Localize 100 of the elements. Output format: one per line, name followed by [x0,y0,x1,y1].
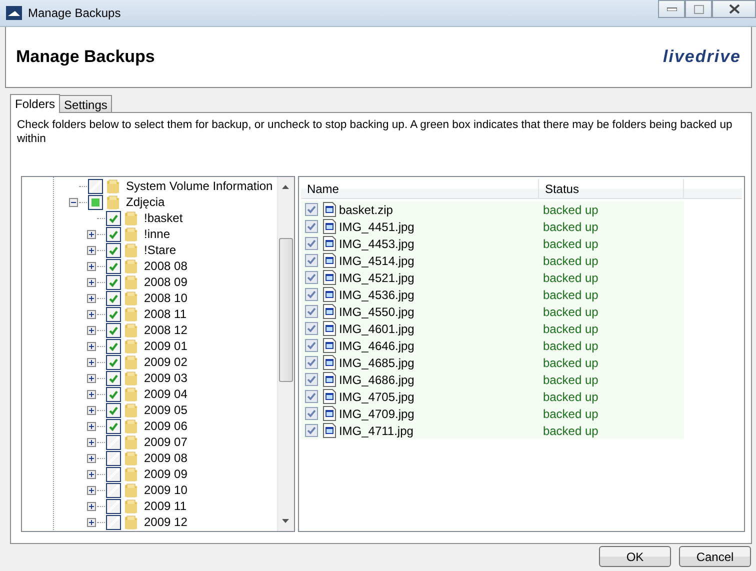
expand-icon[interactable] [87,374,96,382]
folder-label[interactable]: 2009 09 [144,467,188,481]
checkbox[interactable] [106,370,121,386]
app-icon [6,6,22,20]
expand-icon[interactable] [87,486,96,494]
folder-label[interactable]: 2009 06 [144,419,188,433]
checkbox[interactable] [304,424,318,437]
checkbox[interactable] [106,242,121,258]
checkbox[interactable] [106,434,121,450]
checkbox[interactable] [106,386,121,402]
checkbox[interactable] [304,288,318,301]
expand-icon[interactable] [87,310,96,318]
minimize-button[interactable] [658,0,685,18]
expand-icon[interactable] [87,246,96,254]
folder-label[interactable]: 2009 12 [144,515,188,529]
cancel-button[interactable]: Cancel [679,546,751,567]
folder-icon [124,402,138,418]
checkbox[interactable] [304,390,318,403]
expand-icon[interactable] [87,518,96,526]
folder-label[interactable]: 2009 04 [144,387,188,401]
expand-icon[interactable] [87,230,96,238]
checkbox[interactable] [106,402,121,418]
expand-icon[interactable] [87,454,96,462]
checkbox[interactable] [106,226,121,242]
folder-label[interactable]: 2008 11 [144,307,186,321]
checkbox[interactable] [106,322,121,338]
minimize-icon [666,7,676,11]
checkbox[interactable] [304,339,318,352]
checkbox[interactable] [106,498,121,514]
checkbox[interactable] [304,237,318,250]
folder-label[interactable]: System Volume Information [126,179,273,193]
expand-icon[interactable] [87,502,96,510]
checkbox[interactable] [304,271,318,284]
expand-icon[interactable] [87,438,96,446]
folder-label[interactable]: 2009 07 [144,435,188,449]
folder-label[interactable]: 2009 05 [144,403,188,417]
checkbox[interactable] [106,274,121,290]
checkbox[interactable] [106,450,121,466]
folder-label[interactable]: !inne [144,227,170,241]
folder-label[interactable]: 2009 03 [144,371,188,385]
checkbox[interactable] [88,178,103,194]
window-title: Manage Backups [28,6,121,20]
folder-label[interactable]: 2009 08 [144,451,188,465]
checkbox[interactable] [304,373,318,386]
folder-label[interactable]: Zdjęcia [126,195,165,209]
folder-label[interactable]: !Stare [144,243,176,257]
checkbox[interactable] [106,354,121,370]
checkbox[interactable] [304,407,318,420]
checkbox[interactable] [106,514,121,530]
folder-label[interactable]: 2008 12 [144,323,188,337]
expand-icon[interactable] [87,358,96,366]
folder-label[interactable]: 2009 11 [144,499,186,513]
folder-label[interactable]: 2009 10 [144,483,188,497]
checkbox[interactable] [106,290,121,306]
checkbox[interactable] [106,258,121,274]
collapse-icon[interactable] [69,198,78,206]
folder-icon [124,258,138,274]
close-button[interactable] [712,0,756,18]
expand-icon[interactable] [87,326,96,334]
checkbox[interactable] [304,203,318,216]
file-name: IMG_4453.jpg [338,236,414,250]
checkbox[interactable] [304,220,318,233]
maximize-button[interactable] [685,0,712,18]
expand-icon[interactable] [87,470,96,478]
checkbox[interactable] [106,466,121,482]
checkbox[interactable] [106,418,121,434]
image-file-icon [322,355,336,370]
checkbox[interactable] [304,322,318,335]
expand-icon[interactable] [87,262,96,270]
folder-icon [124,434,138,450]
expand-icon[interactable] [87,294,96,302]
tab[interactable]: Settings [59,95,112,112]
tab[interactable]: Folders [10,94,60,113]
scroll-thumb[interactable] [278,238,293,382]
expand-icon[interactable] [87,406,96,414]
folder-label[interactable]: 2008 08 [144,259,188,273]
checkbox[interactable] [304,356,318,369]
checkbox[interactable] [304,254,318,267]
scrollbar[interactable] [276,177,294,531]
folder-label[interactable]: 2009 01 [144,339,188,353]
expand-icon[interactable] [87,278,96,286]
folder-label[interactable]: 2008 10 [144,291,188,305]
checkbox[interactable] [106,338,121,354]
status-text: backed up [542,304,598,318]
folder-label[interactable]: !basket [144,211,183,225]
column-header[interactable]: Name [300,179,539,198]
ok-button[interactable]: OK [599,546,671,567]
file-name: IMG_4550.jpg [338,304,414,318]
checkbox[interactable] [304,305,318,318]
checkbox[interactable] [88,194,103,210]
expand-icon[interactable] [87,342,96,350]
checkbox[interactable] [106,306,121,322]
folder-label[interactable]: 2009 02 [144,355,188,369]
column-header[interactable]: Status [538,179,684,198]
checkbox[interactable] [106,482,121,498]
logo: livedrive [663,47,741,67]
expand-icon[interactable] [87,390,96,398]
folder-label[interactable]: 2008 09 [144,275,188,289]
expand-icon[interactable] [87,422,96,430]
checkbox[interactable] [106,210,121,226]
